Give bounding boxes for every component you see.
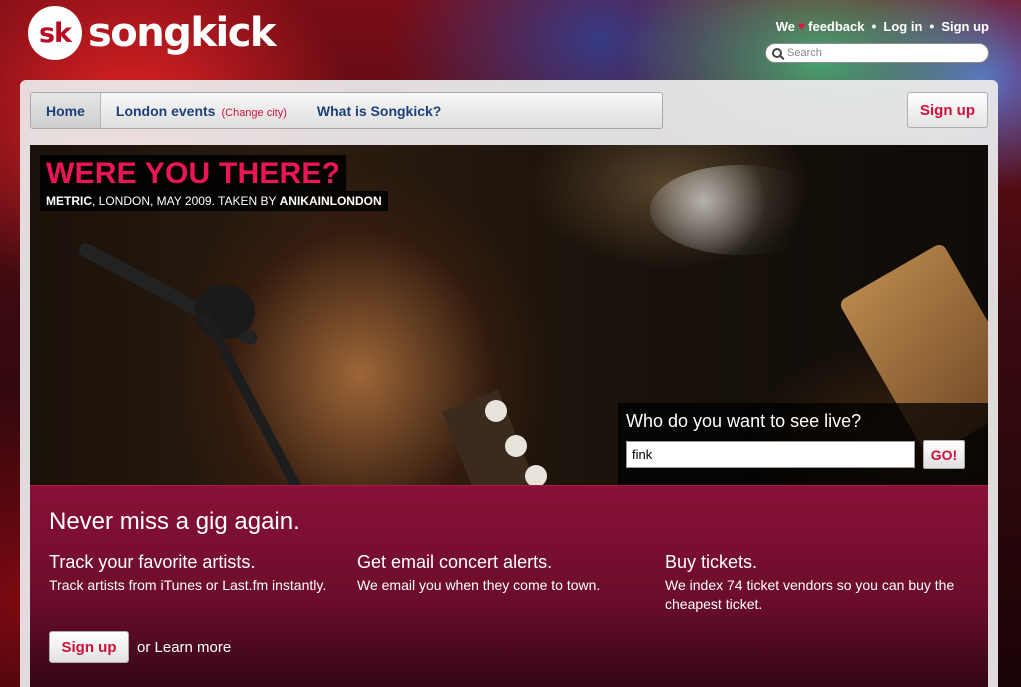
nav-london-events[interactable]: London events (Change city) [101, 103, 302, 119]
promo-heading: Never miss a gig again. [49, 508, 300, 535]
feature-text: We index 74 ticket vendors so you can bu… [665, 577, 955, 612]
feature-track-artists: Track your favorite artists. Track artis… [49, 551, 349, 595]
artist-search-input[interactable] [626, 441, 915, 468]
logo-badge: sk [28, 6, 82, 60]
feedback-link[interactable]: We ♥ feedback [776, 19, 865, 34]
feature-title: Track your favorite artists. [49, 552, 256, 572]
skull-icon [525, 465, 547, 485]
hero-caption: METRIC, LONDON, MAY 2009. TAKEN BY ANIKA… [40, 191, 388, 211]
promo-signup-button[interactable]: Sign up [49, 631, 129, 663]
skull-icon [505, 435, 527, 457]
signup-link[interactable]: Sign up [941, 19, 989, 34]
feature-buy-tickets: Buy tickets. We index 74 ticket vendors … [665, 551, 965, 614]
artist-search-row: GO! [626, 440, 980, 469]
hero-banner: WERE YOU THERE? METRIC, LONDON, MAY 2009… [30, 145, 988, 485]
feature-title: Buy tickets. [665, 552, 758, 572]
search-input[interactable] [787, 47, 977, 59]
feature-email-alerts: Get email concert alerts. We email you w… [357, 551, 657, 595]
promo-actions: Sign up or Learn more [49, 631, 231, 663]
change-city-link[interactable]: (Change city) [221, 107, 286, 119]
stage-lights [650, 165, 830, 255]
feedback-text: feedback [808, 18, 865, 34]
feature-title: Get email concert alerts. [357, 552, 553, 572]
heart-icon: ♥ [798, 19, 806, 33]
skull-icon [485, 400, 507, 422]
hero-title-box: WERE YOU THERE? [40, 155, 347, 191]
hero-title: WERE YOU THERE? [46, 157, 341, 190]
go-button[interactable]: GO! [923, 440, 965, 469]
feature-text: Track artists from iTunes or Last.fm ins… [49, 577, 327, 593]
main-nav: Home London events (Change city) What is… [30, 92, 663, 129]
learn-more-link[interactable]: or Learn more [137, 639, 231, 656]
feature-text: We email you when they come to town. [357, 577, 601, 593]
main-panel: Home London events (Change city) What is… [20, 80, 998, 687]
artist-search-box: Who do you want to see live? GO! [618, 403, 988, 485]
songkick-logo[interactable]: sk songkick [28, 6, 277, 60]
caption-artist[interactable]: METRIC [46, 194, 92, 208]
login-link[interactable]: Log in [883, 19, 922, 34]
promo-section: Never miss a gig again. Track your favor… [30, 485, 988, 687]
caption-author[interactable]: ANIKAINLONDON [280, 194, 382, 208]
caption-text: , LONDON, MAY 2009. TAKEN BY [92, 194, 280, 208]
nav-what-is-songkick[interactable]: What is Songkick? [302, 103, 456, 119]
separator-dot: • [929, 18, 935, 34]
artist-search-label: Who do you want to see live? [626, 411, 862, 431]
mic-stand [200, 312, 323, 485]
logo-wordmark: songkick [88, 10, 277, 56]
site-search [765, 43, 989, 63]
nav-london-events-label: London events [115, 102, 216, 119]
separator-dot: • [871, 18, 877, 34]
search-icon [772, 48, 782, 58]
microphone [195, 285, 255, 339]
signup-button[interactable]: Sign up [907, 92, 988, 128]
nav-home[interactable]: Home [31, 93, 101, 128]
feedback-we-text: We [775, 18, 796, 34]
logo-badge-text: sk [38, 17, 72, 49]
top-links: We ♥ feedback • Log in • Sign up [776, 18, 989, 34]
